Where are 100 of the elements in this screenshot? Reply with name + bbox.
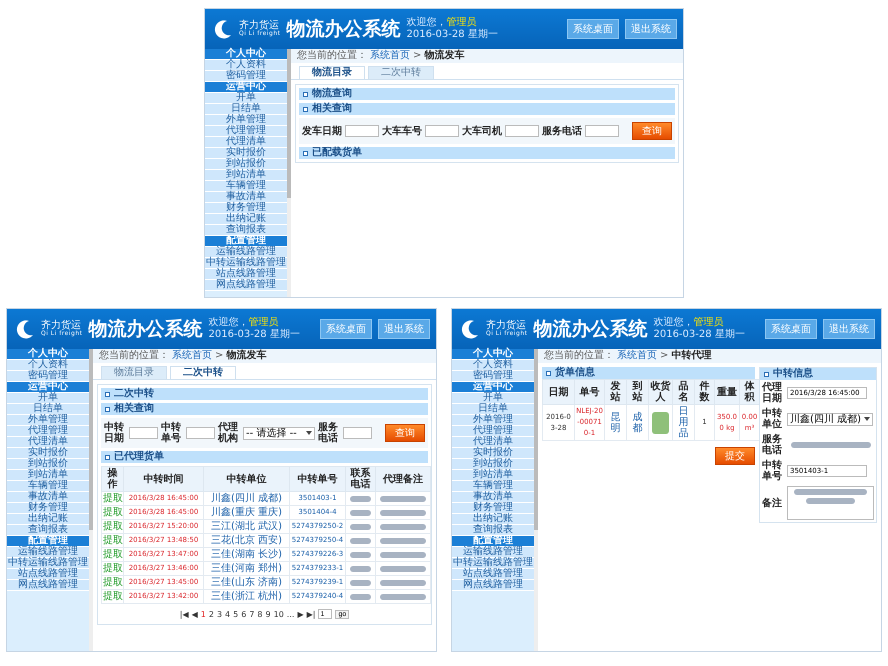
sidebar-item[interactable]: 个人资料 [205,60,287,71]
sidebar-item[interactable]: 实时报价 [452,448,534,459]
sidebar-item[interactable]: 密码管理 [452,371,534,382]
page-link[interactable]: 4 [225,610,230,618]
page-link[interactable]: 6 [241,610,246,618]
sidebar-item[interactable]: 代理清单 [205,137,287,148]
breadcrumb-link[interactable]: 系统首页 [172,349,212,363]
tab[interactable]: 物流目录 [299,66,365,79]
text-field[interactable] [585,125,619,137]
tab[interactable]: 物流目录 [101,366,167,379]
sidebar-item[interactable]: 运输线路管理 [205,247,287,258]
page-link[interactable]: 3 [216,610,222,618]
sidebar-item[interactable]: 车辆管理 [7,481,89,492]
last-page-link[interactable]: ▶| [306,610,316,618]
text-area[interactable] [787,486,874,520]
sidebar-item[interactable]: 外单管理 [205,115,287,126]
sidebar-item[interactable]: 日结单 [7,404,89,415]
sidebar-item[interactable]: 外单管理 [7,415,89,426]
sidebar-item[interactable]: 到站报价 [452,459,534,470]
sidebar-item[interactable]: 网点线路管理 [7,580,89,591]
sidebar-item[interactable]: 实时报价 [205,148,287,159]
submit-button[interactable]: 提交 [715,447,755,465]
sidebar-item[interactable]: 个人资料 [7,360,89,371]
sidebar-item[interactable]: 代理管理 [7,426,89,437]
sidebar-item[interactable]: 日结单 [452,404,534,415]
extract-link[interactable]: 提取 [103,563,123,574]
sidebar-item[interactable]: 站点线路管理 [205,269,287,280]
page-link[interactable]: 1 [200,610,206,618]
sidebar-item[interactable]: 查询报表 [7,525,89,536]
extract-link[interactable]: 提取 [103,493,123,504]
sidebar-item[interactable]: 开单 [452,393,534,404]
sidebar-item[interactable]: 运输线路管理 [7,547,89,558]
sidebar-item[interactable]: 日结单 [205,104,287,115]
sidebar-item[interactable]: 开单 [7,393,89,404]
sidebar-item[interactable]: 财务管理 [452,503,534,514]
extract-link[interactable]: 提取 [103,577,123,588]
query-button[interactable]: 查询 [385,424,425,442]
sidebar-item[interactable]: 查询报表 [205,225,287,236]
page-link[interactable]: 2 [208,610,214,618]
text-field[interactable] [505,125,539,137]
dropdown[interactable]: -- 请选择 -- [243,426,315,440]
sidebar-item[interactable]: 密码管理 [205,71,287,82]
first-page-link[interactable]: |◀ [180,610,189,618]
sidebar-item[interactable]: 中转运输线路管理 [205,258,287,269]
sidebar-item[interactable]: 车辆管理 [205,181,287,192]
extract-link[interactable]: 提取 [103,507,123,518]
sidebar-item[interactable]: 财务管理 [7,503,89,514]
previous-page-link[interactable]: ◀ [192,610,198,618]
sidebar-item[interactable]: 代理管理 [205,126,287,137]
page-link[interactable]: 9 [266,610,271,618]
sidebar-item[interactable]: 代理管理 [452,426,534,437]
page-link[interactable]: 10 [274,610,284,618]
sidebar-item[interactable]: 代理清单 [7,437,89,448]
sidebar-item[interactable]: 个人资料 [452,360,534,371]
sidebar-item[interactable]: 出纳记账 [205,214,287,225]
sidebar-item[interactable]: 到站报价 [205,159,287,170]
text-field[interactable] [345,125,379,137]
extract-link[interactable]: 提取 [103,521,123,532]
tab[interactable]: 二次中转 [368,66,434,79]
sidebar-item[interactable]: 出纳记账 [7,514,89,525]
next-page-link[interactable]: ▶ [297,610,304,618]
sidebar-item[interactable]: 到站清单 [205,170,287,181]
sidebar-item[interactable]: 出纳记账 [452,514,534,525]
scrollbar[interactable] [89,349,93,651]
extract-link[interactable]: 提取 [103,591,123,602]
extract-link[interactable]: 提取 [103,549,123,560]
sidebar-item[interactable]: 到站清单 [7,470,89,481]
text-field[interactable] [425,125,459,137]
more-pages-link[interactable]: ... [286,610,294,618]
query-button[interactable]: 查询 [632,122,672,140]
sidebar-item[interactable]: 密码管理 [7,371,89,382]
sidebar-item[interactable]: 事故清单 [205,192,287,203]
sidebar-item[interactable]: 代理清单 [452,437,534,448]
sidebar-item[interactable]: 实时报价 [7,448,89,459]
sidebar-item[interactable]: 财务管理 [205,203,287,214]
sidebar-section[interactable]: 个人中心 [452,349,534,360]
sidebar-item[interactable]: 开单 [205,93,287,104]
sidebar-item[interactable]: 事故清单 [7,492,89,503]
breadcrumb-link[interactable]: 系统首页 [370,49,410,63]
page-link[interactable]: 7 [249,610,254,618]
text-field[interactable] [343,427,372,439]
scrollbar[interactable] [534,349,538,651]
page-link[interactable]: 8 [257,610,263,618]
sidebar-item[interactable]: 车辆管理 [452,481,534,492]
sidebar-item[interactable]: 运输线路管理 [452,547,534,558]
sidebar-item[interactable]: 外单管理 [452,415,534,426]
sidebar-item[interactable]: 到站清单 [452,470,534,481]
sidebar-item[interactable]: 查询报表 [452,525,534,536]
extract-link[interactable]: 提取 [103,535,123,546]
breadcrumb-link[interactable]: 系统首页 [617,349,657,363]
sidebar-item[interactable]: 中转运输线路管理 [452,558,534,569]
scrollbar[interactable] [287,49,291,297]
sidebar-item[interactable]: 事故清单 [452,492,534,503]
sidebar-item[interactable]: 网点线路管理 [452,580,534,591]
sidebar-item[interactable]: 中转运输线路管理 [7,558,89,569]
sidebar-item[interactable]: 站点线路管理 [7,569,89,580]
sidebar-section[interactable]: 个人中心 [205,49,287,60]
sidebar-item[interactable]: 网点线路管理 [205,280,287,291]
text-field[interactable] [186,427,215,439]
text-field[interactable] [129,427,158,439]
